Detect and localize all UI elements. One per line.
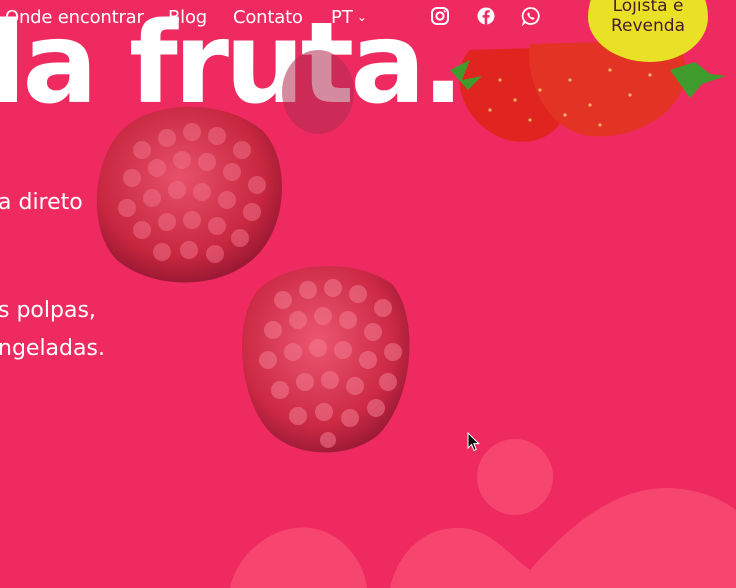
nav-link-onde-encontrar[interactable]: Onde encontrar bbox=[5, 7, 144, 28]
instagram-icon[interactable] bbox=[430, 6, 450, 26]
reseller-label-line-1: Lojista e bbox=[612, 0, 684, 16]
hero-paragraph-line-1: a direto bbox=[0, 190, 83, 215]
hero-section: la fruta. a direto s polpas, ngeladas. O… bbox=[0, 0, 736, 588]
nav-link-blog[interactable]: Blog bbox=[168, 7, 207, 28]
hero-paragraph-line-3: ngeladas. bbox=[0, 336, 105, 361]
reseller-label-line-2: Revenda bbox=[610, 16, 685, 36]
raspberry-image-faded bbox=[282, 50, 354, 134]
decorative-wave bbox=[230, 487, 736, 588]
language-selector[interactable]: PT ⌄ bbox=[331, 7, 367, 28]
hero-paragraph-line-2: s polpas, bbox=[0, 298, 96, 323]
top-navigation: Onde encontrar Blog Contato PT ⌄ Lojista … bbox=[0, 0, 736, 62]
facebook-icon[interactable] bbox=[476, 6, 496, 26]
whatsapp-icon[interactable] bbox=[521, 6, 541, 26]
raspberry-image-2 bbox=[241, 266, 410, 453]
mouse-cursor-icon bbox=[467, 432, 481, 452]
strawberries-image bbox=[450, 40, 726, 142]
nav-link-contato[interactable]: Contato bbox=[233, 7, 303, 28]
chevron-down-icon: ⌄ bbox=[356, 10, 367, 24]
language-label: PT bbox=[331, 7, 353, 28]
